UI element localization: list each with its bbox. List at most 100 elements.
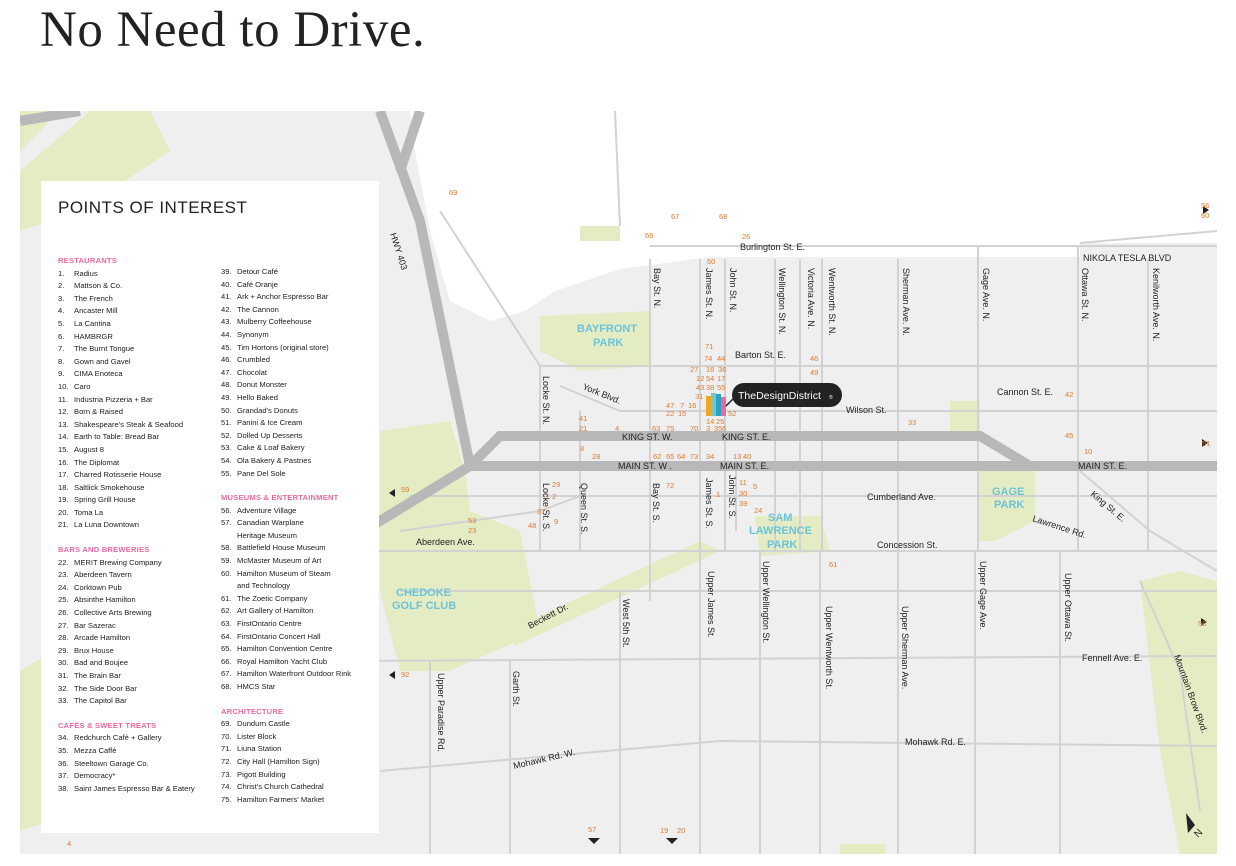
- poi-marker[interactable]: 38: [706, 383, 714, 392]
- poi-marker[interactable]: 22: [666, 409, 674, 418]
- poi-marker[interactable]: 68: [719, 212, 727, 221]
- poi-marker[interactable]: 39: [739, 499, 747, 508]
- poi-item: 47. Chocolat: [221, 367, 379, 380]
- poi-marker[interactable]: 44: [717, 354, 725, 363]
- poi-marker[interactable]: 40: [743, 452, 751, 461]
- poi-marker[interactable]: 63: [652, 424, 660, 433]
- poi-marker[interactable]: 55: [717, 383, 725, 392]
- poi-marker[interactable]: 66: [645, 231, 653, 240]
- poi-number: 21.: [58, 520, 69, 530]
- poi-marker[interactable]: 53: [468, 516, 476, 525]
- poi-number: 41.: [221, 292, 232, 302]
- poi-marker[interactable]: 73: [690, 452, 698, 461]
- registered-mark: ®: [829, 394, 833, 401]
- poi-number: 12.: [58, 407, 69, 417]
- poi-marker[interactable]: 33: [908, 418, 916, 427]
- poi-item: 13. Shakespeare's Steak & Seafood: [58, 419, 218, 432]
- poi-marker[interactable]: 12: [696, 374, 704, 383]
- poi-marker[interactable]: 3: [706, 424, 710, 433]
- poi-marker[interactable]: 37: [537, 507, 545, 516]
- poi-marker[interactable]: 18: [706, 365, 714, 374]
- poi-marker[interactable]: 17: [717, 374, 725, 383]
- poi-marker[interactable]: 10: [1084, 447, 1092, 456]
- poi-marker[interactable]: 52: [728, 409, 736, 418]
- poi-item: 4. Ancaster Mill: [58, 305, 218, 318]
- poi-marker[interactable]: 21: [579, 424, 587, 433]
- poi-marker[interactable]: 1: [716, 490, 720, 499]
- poi-marker[interactable]: 50: [707, 257, 715, 266]
- poi-marker[interactable]: 8: [580, 444, 584, 453]
- poi-name: Hamilton Museum of Steam: [237, 568, 331, 578]
- poi-name: Panini & Ice Cream: [237, 418, 303, 428]
- poi-marker[interactable]: 28: [592, 452, 600, 461]
- street-label: Cannon St. E.: [997, 387, 1053, 397]
- street-label: Upper Paradise Rd.: [436, 673, 446, 752]
- poi-marker[interactable]: 4: [615, 424, 619, 433]
- poi-marker[interactable]: 16: [688, 401, 696, 410]
- poi-marker[interactable]: 57: [588, 825, 596, 834]
- poi-item: 52. Dolled Up Desserts: [221, 430, 379, 443]
- street-label: Garth St.: [511, 671, 521, 707]
- poi-name: Royal Hamilton Yacht Club: [237, 656, 328, 666]
- poi-marker[interactable]: 13: [733, 452, 741, 461]
- poi-marker[interactable]: 24: [754, 506, 762, 515]
- poi-marker[interactable]: 4: [67, 839, 71, 848]
- poi-marker[interactable]: 54: [706, 374, 714, 383]
- poi-marker[interactable]: 58: [1198, 619, 1206, 628]
- poi-marker[interactable]: 45: [1065, 431, 1073, 440]
- poi-marker[interactable]: 9: [554, 517, 558, 526]
- poi-marker[interactable]: 46: [810, 354, 818, 363]
- poi-marker[interactable]: 26: [742, 232, 750, 241]
- poi-marker[interactable]: 74: [704, 354, 712, 363]
- map[interactable]: Burlington St. E. NIKOLA TESLA BLVD Bart…: [20, 111, 1217, 854]
- poi-marker[interactable]: 67: [671, 212, 679, 221]
- poi-marker[interactable]: 65: [666, 452, 674, 461]
- poi-marker[interactable]: 42: [1065, 390, 1073, 399]
- poi-marker[interactable]: 36: [718, 365, 726, 374]
- poi-marker[interactable]: 72: [666, 481, 674, 490]
- poi-item: 61. The Zoetic Company: [221, 593, 379, 606]
- poi-marker[interactable]: 6: [722, 424, 726, 433]
- street-label: Aberdeen Ave.: [416, 537, 475, 547]
- poi-marker[interactable]: 71: [705, 342, 713, 351]
- poi-marker[interactable]: 41: [579, 414, 587, 423]
- poi-marker[interactable]: 49: [810, 368, 818, 377]
- poi-name: Chocolat: [237, 367, 267, 377]
- poi-marker[interactable]: 31: [695, 392, 703, 401]
- poi-marker[interactable]: 60: [1201, 211, 1209, 220]
- street-label: Wilson St.: [846, 405, 887, 415]
- poi-marker[interactable]: 92: [401, 670, 409, 679]
- poi-marker[interactable]: 62: [653, 452, 661, 461]
- poi-name: Christ's Church Cathedral: [237, 782, 324, 792]
- poi-marker[interactable]: 61: [829, 560, 837, 569]
- street-label: Upper Wellington St.: [761, 561, 771, 643]
- poi-marker[interactable]: 27: [690, 365, 698, 374]
- poi-number: 75.: [221, 794, 232, 804]
- poi-marker[interactable]: 75: [666, 424, 674, 433]
- poi-marker[interactable]: 59: [401, 485, 409, 494]
- poi-number: 53.: [221, 443, 232, 453]
- poi-marker[interactable]: 69: [449, 188, 457, 197]
- poi-marker[interactable]: 30: [739, 489, 747, 498]
- poi-marker[interactable]: 5: [753, 482, 757, 491]
- poi-marker[interactable]: 11: [739, 478, 747, 487]
- poi-name: Cake & Loaf Bakery: [237, 443, 305, 453]
- poi-marker[interactable]: 64: [677, 452, 685, 461]
- poi-marker[interactable]: 19: [660, 826, 668, 835]
- poi-item: 33. The Capitol Bar: [58, 695, 218, 708]
- poi-marker[interactable]: 43: [696, 383, 704, 392]
- poi-item: 67. Hamilton Waterfront Outdoor Rink: [221, 668, 379, 681]
- poi-marker[interactable]: 15: [678, 409, 686, 418]
- poi-marker[interactable]: 56: [1201, 201, 1209, 210]
- street-label: Victoria Ave. N.: [806, 268, 816, 329]
- poi-marker[interactable]: 29: [552, 480, 560, 489]
- poi-marker[interactable]: 23: [468, 526, 476, 535]
- poi-marker[interactable]: 70: [690, 424, 698, 433]
- poi-marker[interactable]: 48: [528, 521, 536, 530]
- poi-column-1: RESTAURANTS 1. Radius 2. Mattson & Co. 3. The …: [58, 255, 218, 795]
- poi-marker[interactable]: 51: [1202, 439, 1210, 448]
- poi-marker[interactable]: 20: [677, 826, 685, 835]
- poi-marker[interactable]: 34: [706, 452, 714, 461]
- poi-marker[interactable]: 2: [552, 492, 556, 501]
